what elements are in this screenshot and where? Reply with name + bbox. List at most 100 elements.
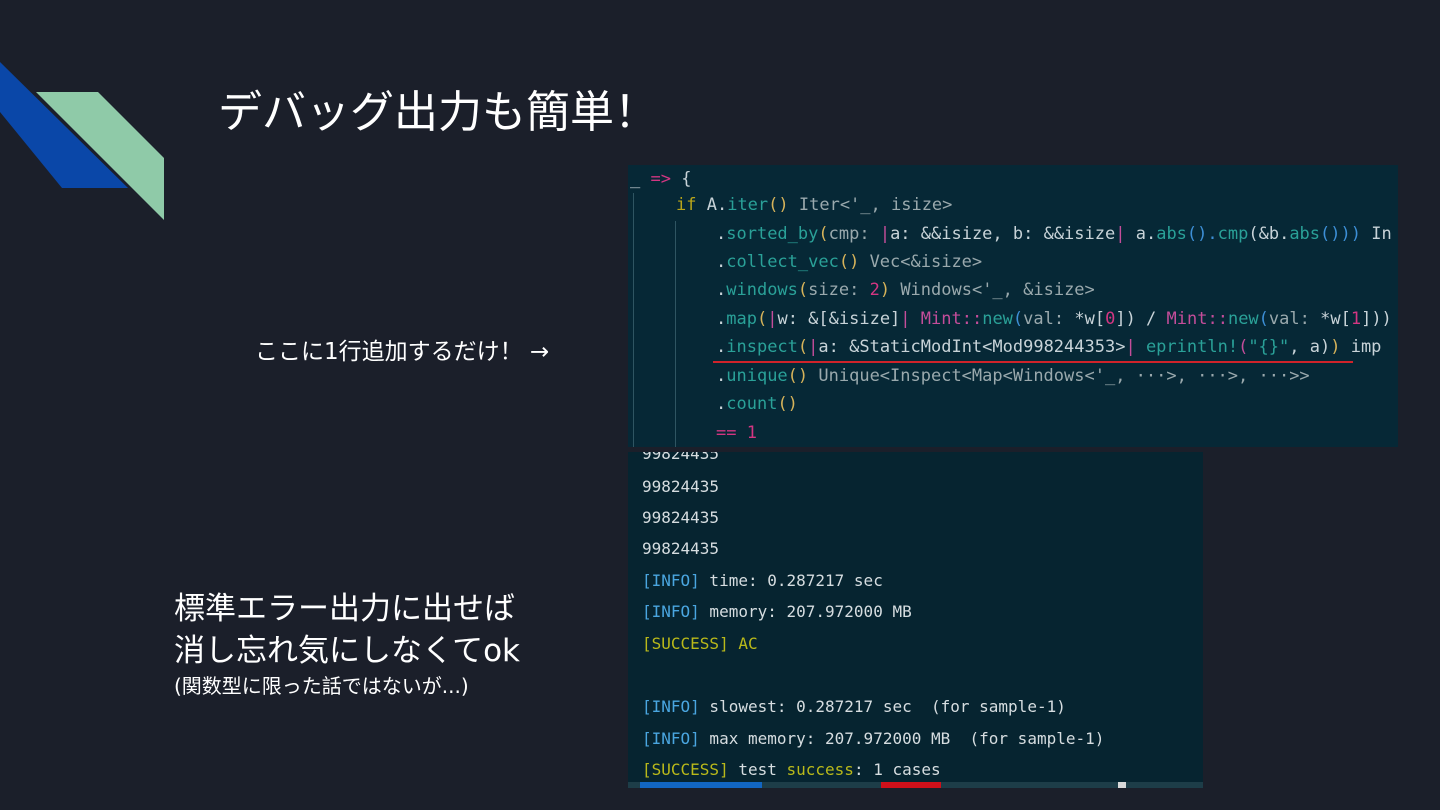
terminal-text: AC [728,634,758,653]
code-token: | [767,309,778,329]
code-token: == [716,423,737,443]
code-token: . [716,309,727,329]
type-hint: Unique<Inspect<Map<Windows<'_, ···>, ···… [808,366,1310,386]
status-segment-red [881,782,941,788]
code-token: Mint:: [910,309,983,329]
code-token: if [676,195,697,215]
code-line-1: if A.iter() Iter<'_, isize> [676,191,952,219]
code-token: collect_vec [726,252,839,272]
info-tag: [INFO] [642,571,700,590]
code-token: . [716,280,727,300]
terminal-text: max memory: 207.972000 MB (for sample-1) [699,729,1105,748]
code-token: In [1360,224,1392,244]
success-tag: [SUCCESS] [642,634,729,653]
code-token: (&b. [1248,224,1290,244]
code-token: new [982,309,1013,329]
type-hint: Iter<'_, isize> [788,195,953,215]
left-text-line3: (関数型に限った話ではないが...) [174,674,469,698]
code-token: 0 [1105,309,1116,329]
terminal-text: : 1 cases [853,760,941,779]
code-token: _ [630,169,651,189]
code-token: | [879,224,891,244]
arrow-note: ここに1行追加するだけ！ → [255,339,550,365]
code-token: abs [1156,224,1187,244]
code-token: a: &&isize, b: &&isize [890,224,1116,244]
code-token: *w[ [1320,309,1351,329]
code-token: . [716,337,727,357]
terminal-line: [INFO] slowest: 0.287217 sec (for sample… [642,695,1066,719]
code-token: a: &StaticModInt<Mod998244353> [818,337,1126,357]
terminal-panel: 99824435 99824435 99824435 99824435 [INF… [628,452,1203,788]
code-token: . [716,366,727,386]
code-token: () [787,366,809,386]
code-token: A. [696,195,728,215]
code-token: *w[ [1074,309,1106,329]
code-line-7: .unique() Unique<Inspect<Map<Windows<'_,… [716,362,1310,390]
terminal-line: [INFO] time: 0.287217 sec [642,569,883,593]
code-token: . [716,394,727,414]
type-hint: size: [808,280,870,300]
terminal-text: success [786,760,854,779]
left-text-block: 標準エラー出力に出せば 消し忘れ気にしなくてok (関数型に限った話ではないが.… [174,588,520,700]
code-token: | [808,337,819,357]
corner-decoration [0,62,164,220]
success-tag: [SUCCESS] [642,760,729,779]
code-token: cmp [1217,224,1249,244]
code-line-4: .windows(size: 2) Windows<'_, &isize> [716,276,1095,304]
code-token: 1 [1350,309,1362,329]
terminal-text: time: 0.287217 sec [699,571,883,590]
code-token: () [838,252,860,272]
code-token: ) [879,280,891,300]
code-token: ( [756,309,768,329]
code-token: w: &[&isize] [777,309,901,329]
code-token: windows [726,280,798,300]
code-panel: _ => { if A.iter() Iter<'_, isize> .sort… [628,165,1398,447]
terminal-line: [SUCCESS] test success: 1 cases [642,758,941,782]
status-segment-blue [640,782,762,788]
code-line-0: _ => { [630,165,691,193]
terminal-line: [SUCCESS] AC [642,632,758,656]
code-token: iter [727,195,769,215]
code-line-5: .map(|w: &[&isize]| Mint::new(val: *w[0]… [716,305,1392,333]
code-line-2: .sorted_by(cmp: |a: &&isize, b: &&isize|… [716,220,1392,248]
highlight-underline [713,361,1353,363]
terminal-line: [INFO] memory: 207.972000 MB [642,600,912,624]
code-token: { [670,169,692,189]
info-tag: [INFO] [642,602,700,621]
code-token: . [716,252,727,272]
terminal-line: 99824435 [642,508,720,527]
code-token: ( [1238,337,1249,357]
code-token: | [900,309,911,329]
code-token: "{}" [1248,337,1290,357]
code-line-3: .collect_vec() Vec<&isize> [716,248,982,276]
code-token: ( [797,337,809,357]
code-token: | [1125,337,1136,357]
code-token: ( [1258,309,1269,329]
code-line-6-inspect: .inspect(|a: &StaticModInt<Mod998244353>… [716,333,1381,361]
code-token: abs [1289,224,1321,244]
code-token: | [1115,224,1126,244]
terminal-cursor [1118,782,1126,788]
info-tag: [INFO] [642,729,700,748]
code-token: inspect [726,337,798,357]
code-line-9: == 1 [716,419,757,447]
code-token: ())) [1320,224,1361,244]
slide-title: デバッグ出力も簡単！ [218,87,658,138]
left-text-line2: 消し忘れ気にしなくてok [174,633,520,669]
code-token: ( [797,280,809,300]
terminal-line: 99824435 [642,452,720,463]
code-token: => [650,169,671,189]
code-token: ) [1330,337,1341,357]
terminal-text: memory: 207.972000 MB [699,602,912,621]
code-token: a. [1125,224,1157,244]
code-token: () [768,195,789,215]
code-token: Mint:: [1166,309,1228,329]
code-token: sorted_by [726,224,819,244]
code-token: ( [818,224,829,244]
terminal-text: test [728,760,787,779]
type-hint: val: [1023,309,1075,329]
code-token: eprintln! [1135,337,1239,357]
code-token: ( [1012,309,1024,329]
type-hint: cmp: [828,224,880,244]
type-hint: Windows<'_, &isize> [890,280,1095,300]
